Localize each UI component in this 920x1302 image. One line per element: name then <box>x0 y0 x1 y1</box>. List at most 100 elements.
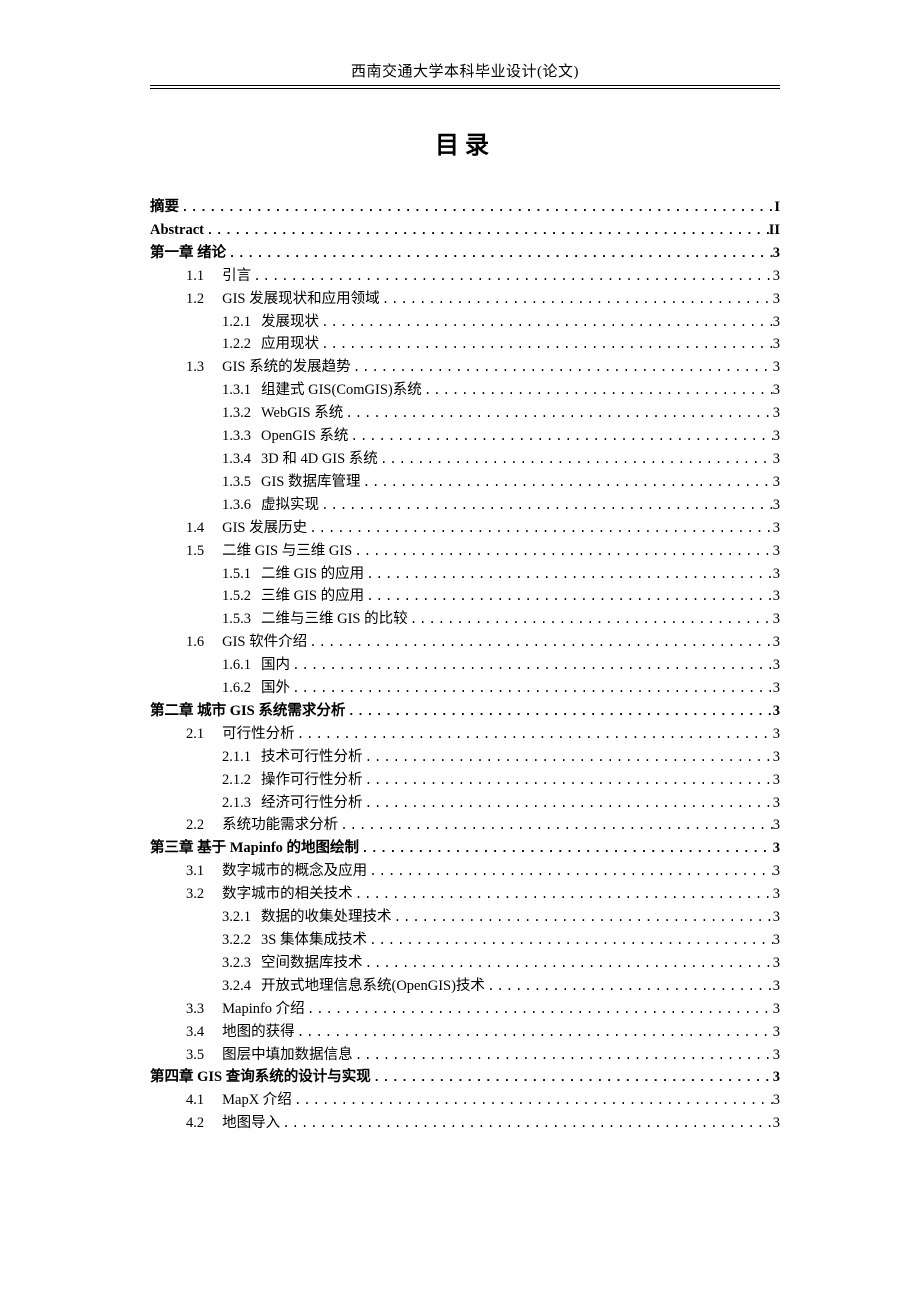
toc-entry-page: 3 <box>773 975 780 998</box>
toc-entry-page: 3 <box>773 769 780 792</box>
toc-entry[interactable]: 摘要 I <box>150 196 780 219</box>
toc-entry-number: 1.4 <box>186 520 204 536</box>
toc-entry-number: 2.2 <box>186 817 204 833</box>
toc-entry-number: 3.2.3 <box>222 955 251 971</box>
toc-entry-page: 3 <box>773 837 780 860</box>
toc-entry[interactable]: 2.1.2操作可行性分析 3 <box>150 769 780 792</box>
toc-entry[interactable]: 1.3.1组建式 GIS(ComGIS)系统 3 <box>150 379 780 402</box>
toc-entry-text: 摘要 <box>150 199 179 215</box>
toc-entry[interactable]: 3.3Mapinfo 介绍 3 <box>150 998 780 1021</box>
toc-entry-text: 可行性分析 <box>222 726 295 742</box>
toc-entry[interactable]: 1.4GIS 发展历史 3 <box>150 517 780 540</box>
toc-entry[interactable]: 2.1.1技术可行性分析3 <box>150 746 780 769</box>
toc-entry-label: 3.4地图的获得 <box>186 1021 295 1044</box>
toc-entry-number: 3.5 <box>186 1047 204 1063</box>
toc-entry-label: 第三章 基于 Mapinfo 的地图绘制 <box>150 837 359 860</box>
toc-entry[interactable]: 1.5.3二维与三维 GIS 的比较 3 <box>150 608 780 631</box>
toc-entry-number: 2.1.2 <box>222 772 251 788</box>
toc-entry[interactable]: 3.2.23S 集体集成技术 3 <box>150 929 780 952</box>
toc-entry-text: GIS 软件介绍 <box>222 634 307 650</box>
toc-entry[interactable]: 第四章 GIS 查询系统的设计与实现3 <box>150 1066 780 1089</box>
toc-entry[interactable]: 3.4地图的获得3 <box>150 1021 780 1044</box>
toc-entry-label: 1.4GIS 发展历史 <box>186 517 307 540</box>
toc-entry-label: 3.2.3 空间数据库技术 <box>222 952 363 975</box>
toc-entry-text: GIS 数据库管理 <box>261 474 361 490</box>
toc-entry[interactable]: 第一章 绪论3 <box>150 242 780 265</box>
toc-entry[interactable]: 2.1可行性分析 3 <box>150 723 780 746</box>
toc-entry[interactable]: 2.2系统功能需求分析 3 <box>150 814 780 837</box>
toc-entry[interactable]: 1.2GIS 发展现状和应用领域 3 <box>150 288 780 311</box>
toc-entry[interactable]: 2.1.3经济可行性分析3 <box>150 792 780 815</box>
toc-entry[interactable]: 3.2.4开放式地理信息系统(OpenGIS)技术 3 <box>150 975 780 998</box>
toc-entry-label: 2.1可行性分析 <box>186 723 295 746</box>
toc-entry[interactable]: 1.5.1二维 GIS 的应用3 <box>150 563 780 586</box>
toc-entry-label: 3.2.4开放式地理信息系统(OpenGIS)技术 <box>222 975 485 998</box>
toc-entry-number: 1.5.1 <box>222 566 251 582</box>
toc-entry[interactable]: 1.3.2WebGIS 系统 3 <box>150 402 780 425</box>
toc-entry-label: 2.1.2操作可行性分析 <box>222 769 363 792</box>
toc-entry[interactable]: 1.2.1 发展现状 3 <box>150 311 780 334</box>
toc-leader-dots <box>290 679 773 700</box>
toc-entry[interactable]: 1.2.2应用现状3 <box>150 333 780 356</box>
toc-leader-dots <box>353 1046 773 1067</box>
toc-entry[interactable]: 4.2地图导入3 <box>150 1112 780 1135</box>
toc-entry[interactable]: 3.5图层中填加数据信息3 <box>150 1044 780 1067</box>
toc-entry-label: 1.5.2三维 GIS 的应用 <box>222 585 364 608</box>
toc-entry-label: 4.1MapX 介绍 <box>186 1089 292 1112</box>
toc-entry-page: 3 <box>773 814 780 837</box>
toc-entry[interactable]: AbstractII <box>150 219 780 242</box>
toc-entry-label: 3.2数字城市的相关技术 <box>186 883 353 906</box>
toc-entry[interactable]: 4.1MapX 介绍 3 <box>150 1089 780 1112</box>
toc-entry[interactable]: 3.2.1数据的收集处理技术3 <box>150 906 780 929</box>
toc-entry[interactable]: 3.1数字城市的概念及应用3 <box>150 860 780 883</box>
toc-leader-dots <box>280 1114 773 1135</box>
toc-leader-dots <box>361 473 773 494</box>
toc-entry-page: 3 <box>773 379 780 402</box>
toc-entry-label: Abstract <box>150 219 204 242</box>
toc-entry-text: 空间数据库技术 <box>261 955 363 971</box>
toc-entry-number: 1.2.1 <box>222 314 251 330</box>
toc-entry[interactable]: 1.1引言3 <box>150 265 780 288</box>
toc-entry[interactable]: 1.6.1国内3 <box>150 654 780 677</box>
toc-entry[interactable]: 1.3.6虚拟实现3 <box>150 494 780 517</box>
toc-entry[interactable]: 第二章 城市 GIS 系统需求分析3 <box>150 700 780 723</box>
toc-entry-page: I <box>774 196 780 219</box>
toc-entry-number: 3.2 <box>186 886 204 902</box>
toc-entry[interactable]: 3.2数字城市的相关技术 3 <box>150 883 780 906</box>
toc-entry-label: 2.2系统功能需求分析 <box>186 814 338 837</box>
toc-entry-label: 1.5.3二维与三维 GIS 的比较 <box>222 608 408 631</box>
toc-entry-text: 3D 和 4D GIS 系统 <box>261 451 378 467</box>
toc-entry[interactable]: 1.5二维 GIS 与三维 GIS 3 <box>150 540 780 563</box>
toc-entry[interactable]: 1.6GIS 软件介绍 3 <box>150 631 780 654</box>
toc-entry-number: 3.1 <box>186 863 204 879</box>
toc-entry-number: 2.1.1 <box>222 749 251 765</box>
toc-entry-label: 1.6.2国外 <box>222 677 290 700</box>
toc-entry[interactable]: 3.2.3空间数据库技术3 <box>150 952 780 975</box>
toc-entry-page: 3 <box>773 883 780 906</box>
toc-entry-number: 2.1.3 <box>222 795 251 811</box>
toc-entry-text: OpenGIS 系统 <box>261 428 348 444</box>
toc-entry-label: 1.5.1二维 GIS 的应用 <box>222 563 364 586</box>
toc-leader-dots <box>363 771 773 792</box>
toc-entry[interactable]: 1.3.43D 和 4D GIS 系统 3 <box>150 448 780 471</box>
toc-entry[interactable]: 1.3.3OpenGIS 系统 3 <box>150 425 780 448</box>
toc-entry-page: 3 <box>773 608 780 631</box>
toc-entry[interactable]: 1.6.2国外3 <box>150 677 780 700</box>
toc-leader-dots <box>305 1000 773 1021</box>
toc-entry[interactable]: 1.3GIS 系统的发展趋势 3 <box>150 356 780 379</box>
toc-entry[interactable]: 1.5.2三维 GIS 的应用3 <box>150 585 780 608</box>
toc-entry-number: 3.2.2 <box>222 932 251 948</box>
toc-entry-page: 3 <box>773 540 780 563</box>
toc-entry-text: 发展现状 <box>261 314 319 330</box>
toc-leader-dots <box>371 1068 773 1089</box>
toc-entry-page: 3 <box>773 311 780 334</box>
toc-entry[interactable]: 1.3.5GIS 数据库管理 3 <box>150 471 780 494</box>
toc-entry-label: 摘要 <box>150 196 179 219</box>
toc-entry-text: 引言 <box>222 268 251 284</box>
toc-entry-number: 3.2.1 <box>222 909 251 925</box>
toc-entry-text: 二维 GIS 与三维 GIS <box>222 543 352 559</box>
toc-entry[interactable]: 第三章 基于 Mapinfo 的地图绘制 3 <box>150 837 780 860</box>
toc-entry-label: 1.6GIS 软件介绍 <box>186 631 307 654</box>
toc-entry-page: 3 <box>773 723 780 746</box>
toc-leader-dots <box>348 427 772 448</box>
